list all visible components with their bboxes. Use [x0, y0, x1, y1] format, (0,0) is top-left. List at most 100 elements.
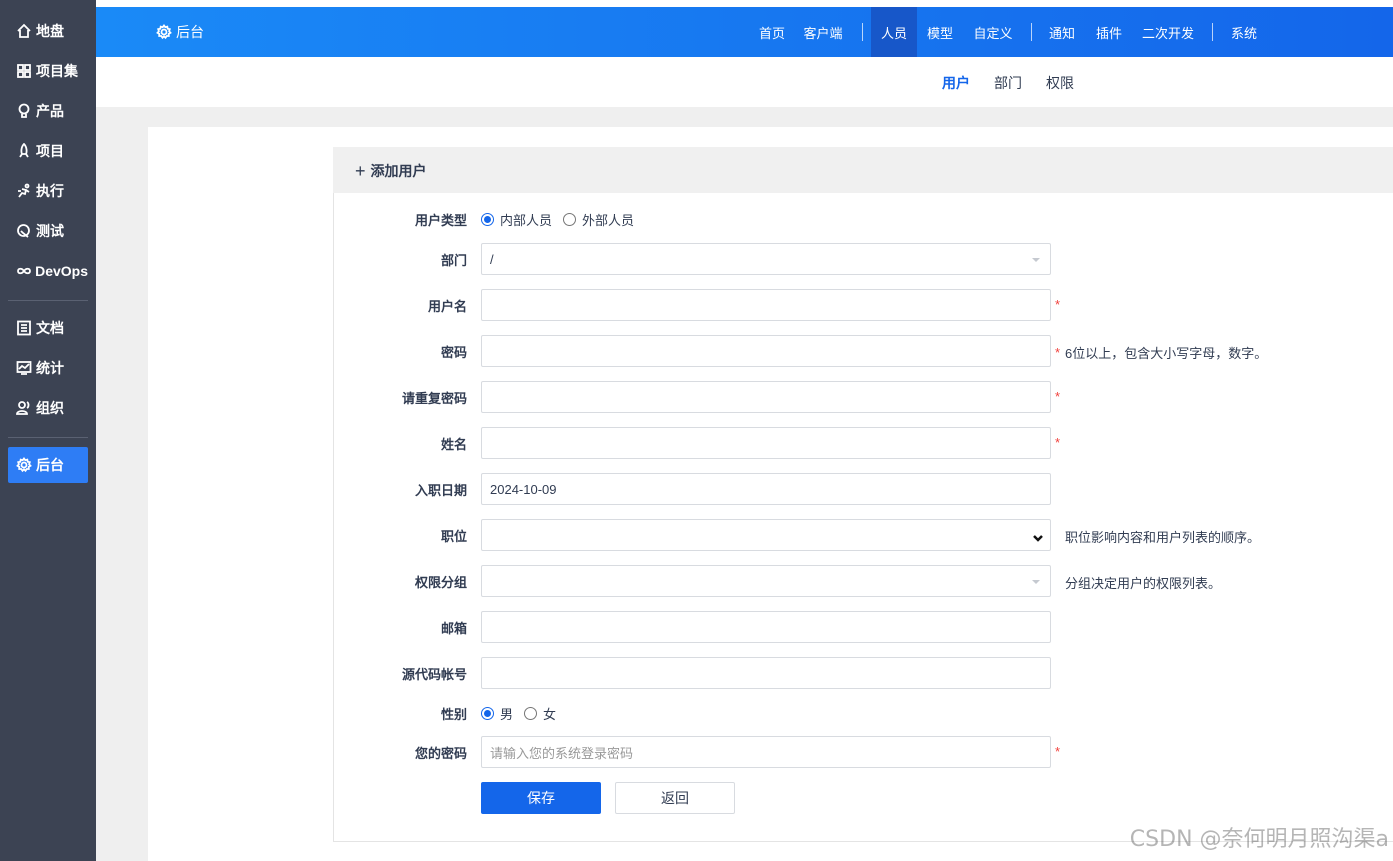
header-brand[interactable]: 后台: [156, 22, 204, 42]
sidebar-item-execution[interactable]: 执行: [8, 173, 88, 209]
gender-male-label[interactable]: 男: [500, 704, 513, 723]
sidebar-item-dashboard[interactable]: 地盘: [8, 13, 88, 49]
sidebar: 地盘 项目集 产品 项目 执行 测试 DevOps 文档 统计 组织 后台: [0, 0, 96, 861]
run-icon: [15, 182, 33, 200]
email-label: 邮箱: [440, 621, 467, 636]
username-input[interactable]: [481, 289, 1051, 321]
sidebar-item-admin[interactable]: 后台: [8, 447, 88, 483]
topnav-home[interactable]: 首页: [750, 7, 794, 57]
group-label: 权限分组: [414, 575, 467, 590]
role-label: 职位: [440, 529, 467, 544]
sidebar-item-label: 项目集: [36, 63, 78, 79]
chevron-down-icon: [1032, 258, 1040, 262]
user-type-inside-radio[interactable]: [481, 213, 494, 226]
required-mark: *: [1055, 297, 1061, 312]
role-hint: 职位影响内容和用户列表的顺序。: [1065, 530, 1261, 545]
sidebar-item-report[interactable]: 统计: [8, 350, 88, 386]
required-mark: *: [1055, 435, 1061, 450]
sidebar-item-label: 地盘: [36, 23, 64, 39]
save-button[interactable]: 保存: [481, 782, 601, 814]
sidebar-item-label: 统计: [36, 360, 64, 376]
gear-icon: [156, 24, 172, 40]
infinity-icon: [15, 262, 32, 280]
user-type-outside-label[interactable]: 外部人员: [582, 210, 634, 229]
grid-icon: [15, 62, 33, 80]
sidebar-item-doc[interactable]: 文档: [8, 310, 88, 346]
subnav-user[interactable]: 用户: [942, 73, 970, 93]
sidebar-item-label: 项目: [36, 143, 64, 159]
topnav-separator: [862, 23, 863, 41]
commiter-input[interactable]: [481, 657, 1051, 689]
topnav-system[interactable]: 系统: [1223, 7, 1265, 57]
join-date-label: 入职日期: [414, 483, 467, 498]
watermark: CSDN @奈何明月照沟渠a: [1129, 827, 1389, 852]
password-label: 密码: [440, 345, 467, 360]
topnav-separator: [1031, 23, 1032, 41]
form-title-text: 添加用户: [370, 163, 427, 179]
sidebar-item-qa[interactable]: 测试: [8, 213, 88, 249]
form-panel-header: + 添加用户: [333, 147, 1393, 193]
users-icon: [15, 399, 33, 417]
subnav-priv[interactable]: 权限: [1046, 73, 1074, 93]
sidebar-item-product[interactable]: 产品: [8, 93, 88, 129]
dept-select[interactable]: /: [481, 243, 1051, 275]
required-mark: *: [1055, 744, 1061, 759]
group-hint: 分组决定用户的权限列表。: [1065, 576, 1222, 591]
chart-icon: [15, 359, 33, 377]
role-select[interactable]: [481, 519, 1051, 551]
verify-password-label: 您的密码: [414, 746, 467, 761]
sidebar-item-label: 组织: [36, 400, 64, 416]
header-brand-label: 后台: [176, 24, 204, 40]
topnav-separator: [1212, 23, 1213, 41]
test-icon: [15, 222, 33, 240]
back-button[interactable]: 返回: [615, 782, 735, 814]
user-type-label: 用户类型: [414, 213, 467, 228]
realname-label: 姓名: [440, 437, 467, 452]
topnav-custom[interactable]: 自定义: [965, 7, 1021, 57]
gender-female-radio[interactable]: [524, 707, 538, 720]
sidebar-item-label: 测试: [36, 223, 64, 239]
topnav-user[interactable]: 人员: [871, 7, 917, 57]
rocket-icon: [15, 142, 33, 160]
topnav-client[interactable]: 客户端: [798, 7, 848, 57]
sidebar-divider: [8, 300, 88, 301]
password-input[interactable]: [481, 335, 1051, 367]
sidebar-item-project[interactable]: 项目: [8, 133, 88, 169]
password-repeat-input[interactable]: [481, 381, 1051, 413]
verify-password-input[interactable]: 请输入您的系统登录密码: [481, 736, 1051, 768]
sidebar-item-label: 文档: [36, 320, 64, 336]
user-type-radio-group: 内部人员 外部人员: [481, 210, 645, 229]
username-label: 用户名: [427, 299, 467, 314]
gender-female-label[interactable]: 女: [543, 704, 556, 723]
topnav-message[interactable]: 通知: [1041, 7, 1083, 57]
form-title: + 添加用户: [355, 161, 427, 181]
topnav-model[interactable]: 模型: [919, 7, 961, 57]
gender-male-radio[interactable]: [481, 707, 494, 720]
chevron-down-icon: [1033, 531, 1043, 542]
group-select[interactable]: [481, 565, 1051, 597]
password-hint: 6位以上，包含大小写字母，数字。: [1065, 346, 1268, 361]
topnav-extension[interactable]: 插件: [1087, 7, 1131, 57]
top-header: 后台 首页 客户端 人员 模型 自定义 通知 插件 二次开发 系统: [96, 7, 1393, 57]
email-input[interactable]: [481, 611, 1051, 643]
sidebar-item-devops[interactable]: DevOps: [8, 253, 88, 289]
chevron-down-icon: [1032, 580, 1040, 584]
lightbulb-icon: [15, 102, 33, 120]
commiter-label: 源代码帐号: [401, 667, 467, 682]
join-date-input[interactable]: 2024-10-09: [481, 473, 1051, 505]
sidebar-item-label: 执行: [36, 183, 64, 199]
sidebar-item-label: DevOps: [35, 263, 88, 279]
user-type-outside-radio[interactable]: [563, 213, 577, 226]
password-repeat-label: 请重复密码: [401, 391, 467, 406]
user-type-inside-label[interactable]: 内部人员: [500, 210, 552, 229]
gender-radio-group: 男 女: [481, 704, 567, 723]
doc-icon: [15, 319, 33, 337]
sub-nav: 用户 部门 权限: [96, 57, 1393, 107]
sidebar-item-company[interactable]: 组织: [8, 390, 88, 426]
sidebar-divider: [8, 437, 88, 438]
gender-label: 性别: [440, 707, 467, 722]
realname-input[interactable]: [481, 427, 1051, 459]
sidebar-item-program[interactable]: 项目集: [8, 53, 88, 89]
subnav-dept[interactable]: 部门: [994, 73, 1022, 93]
topnav-dev[interactable]: 二次开发: [1135, 7, 1201, 57]
